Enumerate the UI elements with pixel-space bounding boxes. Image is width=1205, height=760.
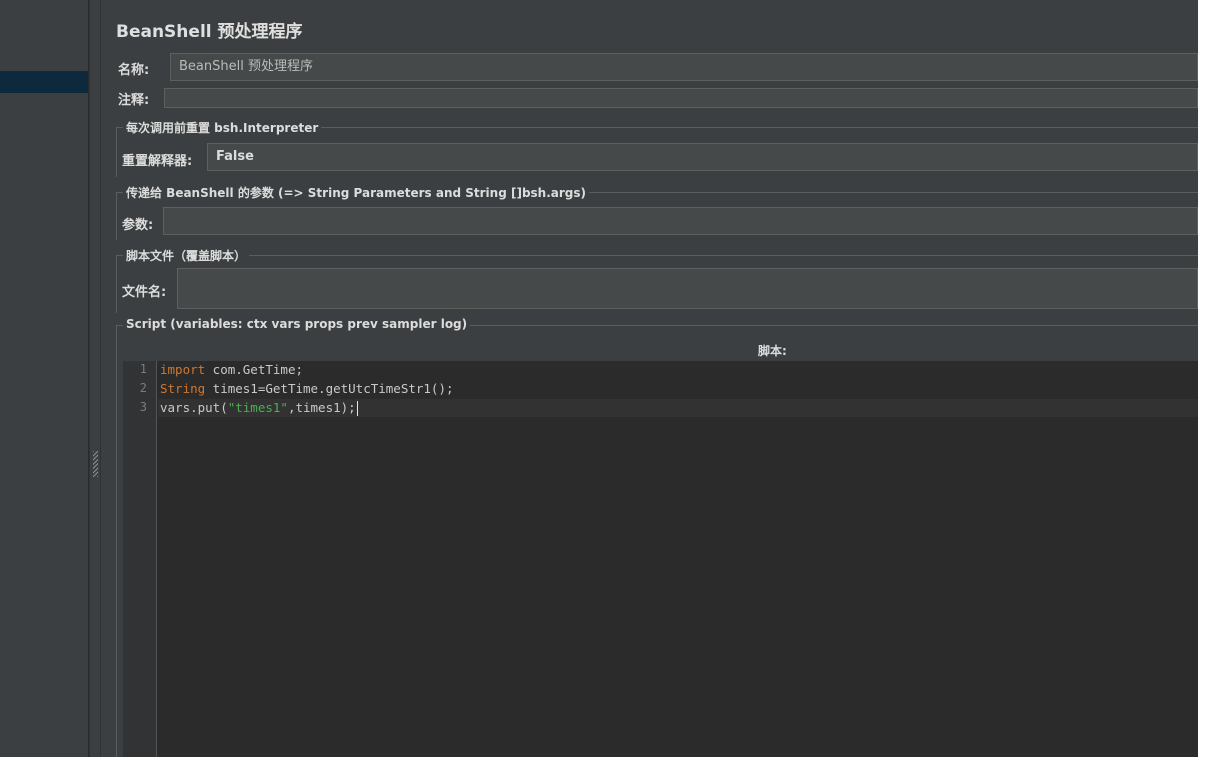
code-text: times1=GetTime.getUtcTimeStr1(); (205, 381, 454, 396)
beanshell-preprocessor-panel: BeanShell 预处理程序 名称: BeanShell 预处理程序 注释: … (101, 0, 1198, 757)
page-title: BeanShell 预处理程序 (116, 22, 303, 42)
code-string: "times1" (227, 400, 288, 415)
reset-interpreter-label: 重置解释器: (122, 154, 193, 169)
file-name-field[interactable] (177, 268, 1198, 309)
code-text: com.GetTime; (205, 362, 303, 377)
code-keyword: String (160, 381, 206, 396)
script-editor[interactable]: 1 2 3 import com.GetTime; String times1=… (123, 361, 1198, 757)
comment-field[interactable] (164, 88, 1198, 108)
script-group-title: Script (variables: ctx vars props prev s… (123, 317, 471, 331)
drag-grip-icon[interactable] (93, 451, 98, 477)
code-keyword: import (160, 362, 206, 377)
line-number: 2 (139, 381, 147, 395)
parameters-label: 参数: (122, 218, 154, 233)
test-plan-tree[interactable] (0, 0, 89, 757)
tree-selected-node[interactable] (0, 71, 88, 93)
file-name-label: 文件名: (122, 285, 167, 300)
text-caret (356, 401, 358, 416)
line-number: 3 (139, 400, 147, 414)
code-text: ,times1); (287, 400, 356, 415)
line-number: 1 (139, 362, 147, 376)
code-line[interactable]: import com.GetTime; (158, 361, 1198, 379)
code-text: vars.put( (160, 400, 228, 415)
script-editor-label: 脚本: (758, 344, 787, 358)
name-field[interactable]: BeanShell 预处理程序 (170, 53, 1198, 81)
jmeter-window: BeanShell 预处理程序 名称: BeanShell 预处理程序 注释: … (0, 0, 1198, 757)
reset-interpreter-select[interactable]: False (207, 143, 1198, 171)
parameters-group-title: 传递给 BeanShell 的参数 (=> String Parameters … (123, 184, 590, 201)
comment-label: 注释: (118, 93, 150, 108)
code-line[interactable]: String times1=GetTime.getUtcTimeStr1(); (158, 380, 1198, 398)
name-label: 名称: (118, 63, 150, 78)
split-pane-divider[interactable] (89, 0, 101, 757)
line-number-gutter: 1 2 3 (123, 361, 157, 757)
parameters-field[interactable] (163, 207, 1198, 235)
reset-group-title: 每次调用前重置 bsh.Interpreter (123, 119, 322, 136)
script-file-group-title: 脚本文件（覆盖脚本） (123, 247, 250, 264)
code-line-current[interactable]: vars.put("times1",times1); (158, 399, 1198, 417)
